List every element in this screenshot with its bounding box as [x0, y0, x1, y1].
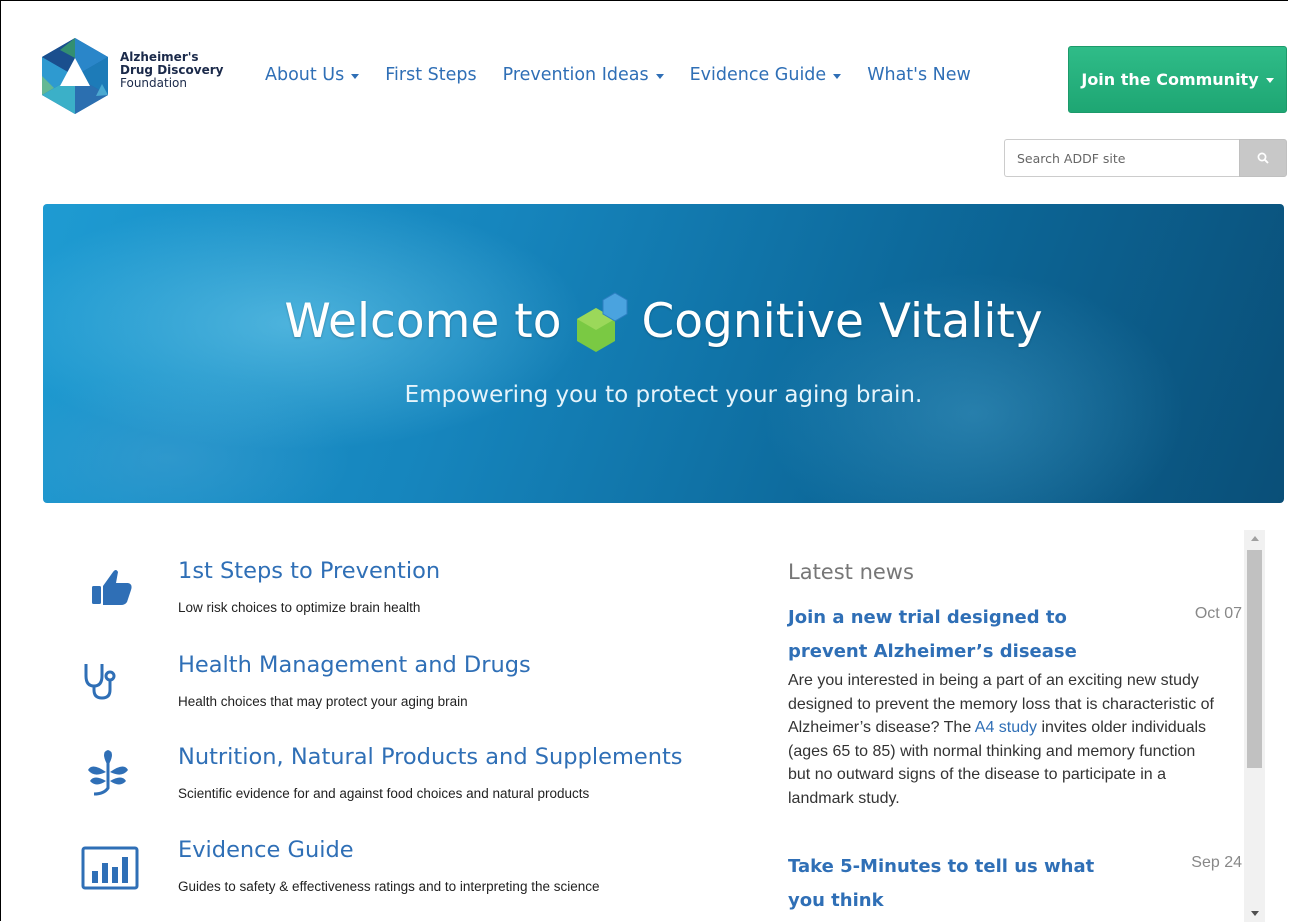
bar-chart-icon: [81, 846, 139, 890]
nav-prevention-ideas[interactable]: Prevention Ideas: [503, 65, 664, 85]
news-scrollbar[interactable]: [1244, 530, 1265, 922]
feature-title[interactable]: 1st Steps to Prevention: [178, 558, 440, 584]
main-nav: About Us First Steps Prevention Ideas Ev…: [265, 65, 997, 85]
news-item-title[interactable]: Take 5-Minutes to tell us what you think: [788, 850, 1098, 918]
stethoscope-icon: [84, 664, 116, 700]
feature-description: Low risk choices to optimize brain healt…: [178, 600, 421, 615]
scrollbar-thumb[interactable]: [1247, 550, 1262, 768]
nav-evidence-guide-label: Evidence Guide: [689, 65, 827, 85]
nav-first-steps-label: First Steps: [385, 65, 477, 85]
feature-description: Guides to safety & effectiveness ratings…: [178, 879, 600, 894]
plant-icon: [88, 750, 128, 796]
nav-first-steps[interactable]: First Steps: [385, 65, 476, 85]
search-icon: [1257, 152, 1269, 164]
nav-evidence-guide[interactable]: Evidence Guide: [690, 65, 842, 85]
hero-banner: Welcome to Cognitive Vitality Empowering…: [43, 204, 1284, 503]
join-community-button[interactable]: Join the Community: [1068, 46, 1287, 113]
hexagon-logo-icon: [577, 292, 628, 352]
hero-title-after: Cognitive Vitality: [641, 293, 1043, 349]
caret-down-icon: [655, 73, 664, 79]
site-search: [1004, 139, 1287, 177]
news-item: Join a new trial designed to prevent Alz…: [788, 601, 1243, 810]
caret-down-icon: [833, 73, 842, 79]
nav-prevention-ideas-label: Prevention Ideas: [502, 65, 649, 85]
nav-whats-new[interactable]: What's New: [867, 65, 971, 85]
latest-news-heading: Latest news: [788, 560, 914, 584]
scroll-up-arrow-icon[interactable]: [1244, 530, 1265, 547]
feature-title[interactable]: Evidence Guide: [178, 837, 354, 863]
join-community-label: Join the Community: [1081, 70, 1259, 89]
brand-name: Alzheimer's Drug Discovery Foundation: [120, 51, 223, 90]
news-item-date: Sep 24: [1191, 854, 1242, 871]
news-item-date: Oct 07: [1194, 605, 1242, 622]
hero-title-before: Welcome to: [284, 293, 562, 349]
caret-down-icon: [1265, 78, 1274, 83]
news-item: Take 5-Minutes to tell us what you think…: [788, 850, 1243, 918]
news-item-title[interactable]: Join a new trial designed to prevent Alz…: [788, 601, 1118, 669]
search-button[interactable]: [1239, 139, 1287, 177]
hero-subtitle: Empowering you to protect your aging bra…: [404, 382, 923, 408]
nav-about-us-label: About Us: [265, 65, 345, 85]
nav-about-us[interactable]: About Us: [265, 65, 360, 85]
feature-description: Scientific evidence for and against food…: [178, 786, 590, 801]
feature-title[interactable]: Health Management and Drugs: [178, 652, 531, 678]
thumbs-up-icon: [92, 570, 132, 605]
hero-title: Welcome to Cognitive Vitality: [43, 290, 1284, 352]
brand-line-3: Foundation: [120, 76, 187, 90]
news-item-body: Are you interested in being a part of an…: [788, 669, 1218, 810]
nav-whats-new-label: What's New: [867, 65, 971, 85]
a4-study-link[interactable]: A4 study: [975, 719, 1037, 736]
feature-description: Health choices that may protect your agi…: [178, 694, 468, 709]
caret-down-icon: [351, 73, 360, 79]
search-input[interactable]: [1004, 139, 1239, 177]
scroll-down-arrow-icon[interactable]: [1244, 905, 1265, 922]
feature-title[interactable]: Nutrition, Natural Products and Suppleme…: [178, 744, 683, 770]
addf-logo[interactable]: [40, 36, 110, 116]
